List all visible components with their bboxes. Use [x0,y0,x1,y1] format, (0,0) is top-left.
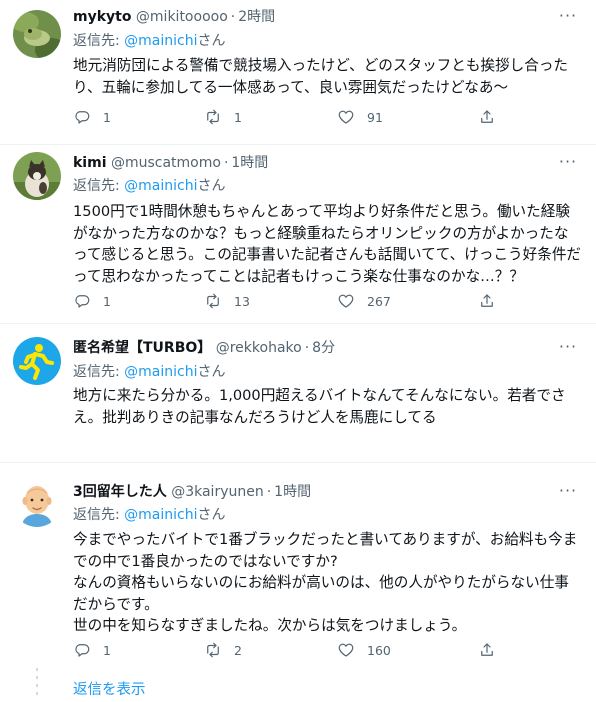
reply-count: 1 [103,293,111,309]
like-button[interactable]: 91 [337,107,383,127]
avatar[interactable] [13,337,61,385]
reply-button[interactable]: 1 [73,291,111,311]
reply-button[interactable]: 1 [73,640,111,660]
thread-connector [36,692,38,695]
avatar[interactable] [13,152,61,200]
reply-to-line: 返信先: @mainichiさん [73,363,226,381]
like-count: 160 [367,642,391,658]
display-name[interactable]: mykyto [73,9,131,25]
thread-connector [36,676,38,679]
more-icon[interactable]: ··· [558,8,578,28]
tweet[interactable]: 3回留年した人 @3kairyunen · 1時間 ··· 返信先: @mainic… [0,463,596,663]
reply-icon [75,295,90,308]
heart-icon [338,643,354,657]
retweet-button[interactable]: 2 [204,640,242,660]
timestamp[interactable]: 2時間 [238,9,275,25]
reply-to-line: 返信先: @mainichiさん [73,177,226,195]
reply-to-user-link[interactable]: @mainichi [124,33,197,49]
reply-to-suffix: さん [197,507,226,523]
share-icon [481,643,493,656]
reply-to-line: 返信先: @mainichiさん [73,506,226,524]
like-count: 267 [367,293,391,309]
retweet-icon [207,109,219,125]
reply-icon [75,644,90,657]
separator-dot: · [223,155,229,171]
display-name[interactable]: 匿名希望【TURBO】 [73,340,211,356]
bald-man-avatar-image [13,479,61,527]
running-man-avatar-image [13,337,61,385]
display-name[interactable]: kimi [73,155,107,171]
reply-to-user-link[interactable]: @mainichi [124,507,197,523]
more-icon[interactable]: ··· [558,154,578,174]
separator-dot: · [304,340,310,356]
share-icon [481,294,493,307]
user-handle[interactable]: @3kairyunen [171,484,264,500]
thread-connector [36,668,38,671]
heart-icon [338,294,354,308]
show-replies-link[interactable]: 返信を表示 [73,681,146,699]
reply-to-prefix: 返信先: [73,364,120,380]
share-icon [481,110,493,123]
reply-count: 1 [103,642,111,658]
retweet-count: 13 [234,293,250,309]
user-handle[interactable]: @mikitooooo [136,9,228,25]
tweet-text: 地方に来たら分かる。1,000円超えるバイトなんてそんなにない。若者でさえ。批判… [73,387,566,426]
reply-to-user-link[interactable]: @mainichi [124,178,197,194]
more-icon[interactable]: ··· [558,483,578,503]
reply-button[interactable]: 1 [73,107,111,127]
reply-to-prefix: 返信先: [73,33,120,49]
retweet-icon [207,293,219,309]
tweet-text: 今までやったバイトで1番ブラックだったと書いてありますが、お給料も今までの中で1… [73,531,578,634]
timestamp[interactable]: 1時間 [274,484,311,500]
more-icon[interactable]: ··· [558,339,578,359]
tweet-text: 地元消防団による警備で競技場入ったけど、どのスタッフとも挨拶し合ったり、五輪に参… [73,57,569,96]
frog-avatar-image [13,10,61,58]
share-button[interactable] [478,107,496,127]
retweet-count: 2 [234,642,242,658]
avatar[interactable] [13,10,61,58]
reply-count: 1 [103,109,111,125]
avatar[interactable] [13,479,61,527]
tweet[interactable]: kimi @muscatmomo · 1時間 ··· 返信先: @mainichiさ… [0,145,596,323]
separator-dot: · [266,484,272,500]
tweet[interactable]: mykyto @mikitooooo · 2時間 ··· 返信先: @mainich… [0,0,596,144]
user-handle[interactable]: @muscatmomo [111,155,221,171]
retweet-icon [207,642,219,658]
separator-dot: · [230,9,236,25]
tweet-text: 1500円で1時間休憩もちゃんとあって平均より好条件だと思う。働いた経験がなかっ… [73,203,582,285]
action-bar: 1 1 91 [73,107,513,127]
reply-to-user-link[interactable]: @mainichi [124,364,197,380]
reply-to-line: 返信先: @mainichiさん [73,32,226,50]
retweet-button[interactable]: 13 [204,291,250,311]
reply-icon [75,111,90,124]
heart-icon [338,110,354,124]
cat-avatar-image [13,152,61,200]
reply-to-prefix: 返信先: [73,507,120,523]
display-name[interactable]: 3回留年した人 [73,484,167,500]
timestamp[interactable]: 8分 [312,340,335,356]
timestamp[interactable]: 1時間 [231,155,268,171]
like-count: 91 [367,109,383,125]
reply-to-suffix: さん [197,33,226,49]
user-handle[interactable]: @rekkohako [216,340,302,356]
tweet[interactable]: 匿名希望【TURBO】 @rekkohako · 8分 ··· 返信先: @main… [0,324,596,462]
like-button[interactable]: 267 [337,291,391,311]
like-button[interactable]: 160 [337,640,391,660]
thread-connector [36,684,38,687]
action-bar: 1 2 160 [73,640,513,660]
reply-to-suffix: さん [197,364,226,380]
retweet-count: 1 [234,109,242,125]
share-button[interactable] [478,291,496,311]
retweet-button[interactable]: 1 [204,107,242,127]
reply-to-suffix: さん [197,178,226,194]
share-button[interactable] [478,640,496,660]
reply-to-prefix: 返信先: [73,178,120,194]
action-bar: 1 13 267 [73,291,513,311]
